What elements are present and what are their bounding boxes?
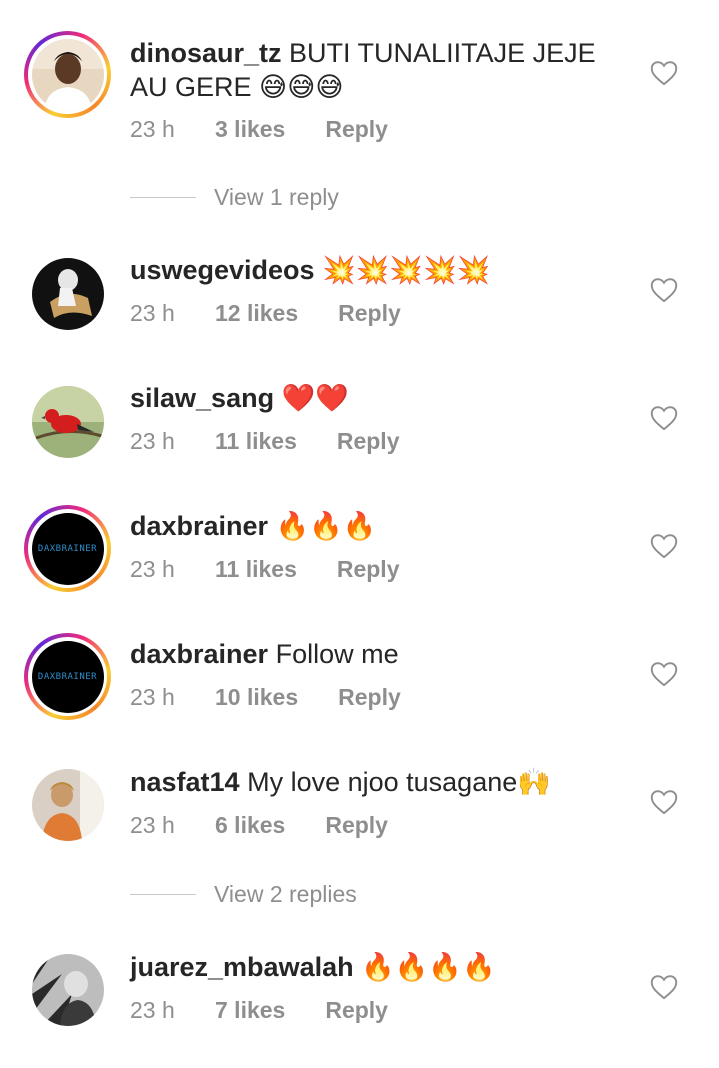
comment-body: nasfat14 My love njoo tusagane🙌 — [130, 765, 620, 800]
comment-likes-count[interactable]: 12 likes — [215, 300, 298, 327]
replies-divider — [130, 894, 196, 895]
comment-meta: 23 h 10 likes Reply — [130, 684, 401, 711]
person-avatar-image — [31, 38, 104, 111]
comment-likes-count[interactable]: 3 likes — [215, 116, 285, 143]
comment-body: juarez_mbawalah 🔥🔥🔥🔥 — [130, 950, 620, 985]
avatar — [31, 257, 104, 330]
heart-icon[interactable] — [650, 661, 678, 687]
comment-timestamp: 23 h — [130, 684, 175, 710]
avatar — [31, 953, 104, 1026]
reply-button[interactable]: Reply — [325, 116, 388, 143]
avatar — [31, 768, 104, 841]
heart-icon[interactable] — [650, 789, 678, 815]
avatar-wrapper[interactable] — [24, 378, 111, 465]
comment-username[interactable]: nasfat14 — [130, 767, 240, 797]
comment-username[interactable]: silaw_sang — [130, 383, 274, 413]
comment-likes-count[interactable]: 10 likes — [215, 684, 298, 711]
comment-username[interactable]: daxbrainer — [130, 639, 268, 669]
heart-icon[interactable] — [650, 533, 678, 559]
reply-button[interactable]: Reply — [338, 684, 401, 711]
reply-button[interactable]: Reply — [325, 812, 388, 839]
comment-body: dinosaur_tz BUTI TUNALIITAJE JEJE AU GER… — [130, 36, 620, 105]
comment-emojis: 😅😅😅 — [259, 72, 344, 103]
comment-likes-count[interactable]: 11 likes — [215, 556, 297, 583]
comment-timestamp: 23 h — [130, 116, 175, 142]
reply-button[interactable]: Reply — [337, 428, 400, 455]
heart-icon[interactable] — [650, 60, 678, 86]
comment-meta: 23 h 11 likes Reply — [130, 556, 400, 583]
heart-icon[interactable] — [650, 405, 678, 431]
comment-meta: 23 h 11 likes Reply — [130, 428, 400, 455]
avatar: DAXBRAINER — [31, 512, 104, 585]
comment-timestamp: 23 h — [130, 997, 175, 1023]
comment-username[interactable]: daxbrainer — [130, 511, 268, 541]
heart-icon[interactable] — [650, 974, 678, 1000]
comment-meta: 23 h 7 likes Reply — [130, 997, 388, 1024]
view-replies-label: View 1 reply — [214, 184, 339, 210]
avatar-story-ring[interactable]: DAXBRAINER — [24, 633, 111, 720]
avatar-story-ring[interactable]: DAXBRAINER — [24, 505, 111, 592]
comment-timestamp: 23 h — [130, 428, 175, 454]
comment-emojis: 🔥🔥🔥 — [275, 511, 377, 542]
comment-emojis: 🔥🔥🔥🔥 — [361, 952, 496, 983]
comment-text: My love njoo tusagane — [247, 767, 518, 797]
comment-emojis: 🙌 — [517, 767, 551, 798]
comment-emojis: ❤️❤️ — [281, 383, 349, 414]
comment-likes-count[interactable]: 7 likes — [215, 997, 285, 1024]
reply-button[interactable]: Reply — [337, 556, 400, 583]
comment-body: uswegevideos 💥💥💥💥💥 — [130, 253, 620, 288]
reply-button[interactable]: Reply — [338, 300, 401, 327]
comment-likes-count[interactable]: 6 likes — [215, 812, 285, 839]
avatar — [31, 385, 104, 458]
comment-likes-count[interactable]: 11 likes — [215, 428, 297, 455]
comment-timestamp: 23 h — [130, 556, 175, 582]
avatar-story-ring[interactable] — [24, 31, 111, 118]
view-replies-button[interactable]: View 2 replies — [130, 881, 357, 908]
comment-body: daxbrainer 🔥🔥🔥 — [130, 509, 620, 544]
comment-timestamp: 23 h — [130, 300, 175, 326]
avatar — [31, 38, 104, 111]
comment-username[interactable]: uswegevideos — [130, 255, 315, 285]
view-replies-label: View 2 replies — [214, 881, 357, 907]
person-avatar-image — [31, 953, 104, 1026]
heart-icon[interactable] — [650, 277, 678, 303]
avatar-wrapper[interactable] — [24, 761, 111, 848]
comment-username[interactable]: dinosaur_tz — [130, 38, 282, 68]
bird-avatar-image — [31, 385, 104, 458]
comment-meta: 23 h 12 likes Reply — [130, 300, 401, 327]
avatar-wrapper[interactable] — [24, 250, 111, 337]
replies-divider — [130, 197, 196, 198]
comment-text: Follow me — [275, 639, 399, 669]
person-avatar-image — [31, 768, 104, 841]
comment-body: silaw_sang ❤️❤️ — [130, 381, 620, 416]
comment-body: daxbrainer Follow me — [130, 637, 620, 672]
view-replies-button[interactable]: View 1 reply — [130, 184, 339, 211]
avatar: DAXBRAINER — [31, 640, 104, 713]
comment-emojis: 💥💥💥💥💥 — [322, 255, 491, 286]
person-avatar-image — [31, 257, 104, 330]
comment-meta: 23 h 3 likes Reply — [130, 116, 388, 143]
comment-timestamp: 23 h — [130, 812, 175, 838]
avatar-wrapper[interactable] — [24, 946, 111, 1033]
comment-username[interactable]: juarez_mbawalah — [130, 952, 354, 982]
reply-button[interactable]: Reply — [325, 997, 388, 1024]
comment-meta: 23 h 6 likes Reply — [130, 812, 388, 839]
